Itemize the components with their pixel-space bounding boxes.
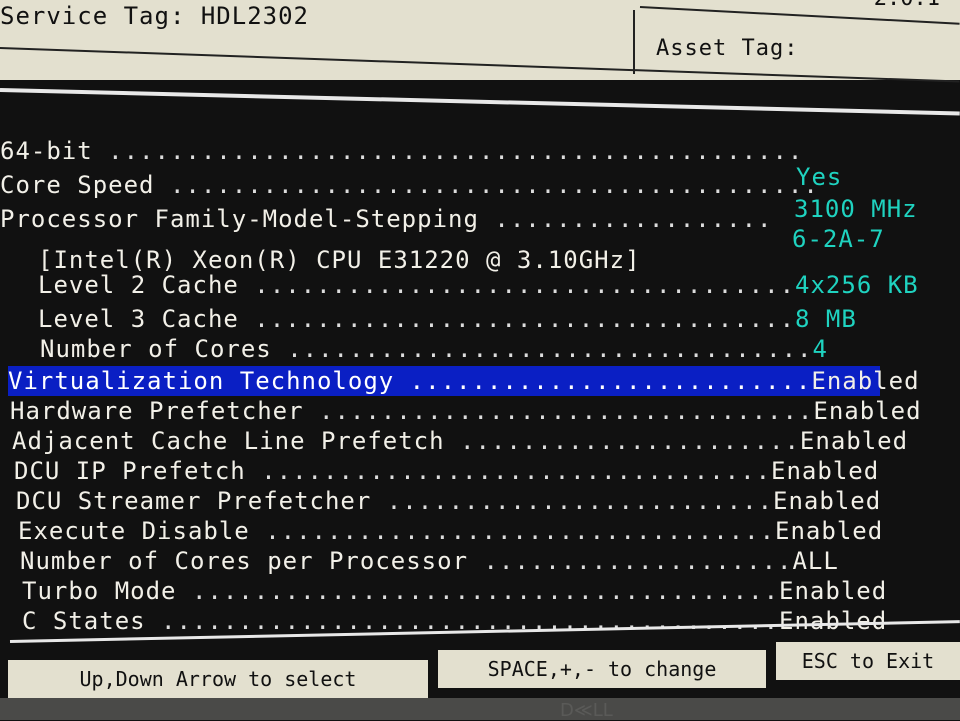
bios-version: 2.0.1	[874, 0, 940, 11]
setting-value: Enabled	[775, 517, 884, 545]
setting-number-of-cores[interactable]: Number of Cores ........................…	[40, 334, 828, 364]
setting-value: Enabled	[779, 577, 888, 605]
setting-label: Level 3 Cache	[38, 305, 239, 333]
leader-dots: ..................................	[271, 335, 813, 363]
setting-label: Hardware Prefetcher	[10, 397, 304, 425]
processor-settings-panel: 64-bit .................................…	[0, 100, 960, 640]
setting-turbo-mode[interactable]: Turbo Mode .............................…	[22, 576, 887, 606]
setting-label: C States	[22, 607, 146, 635]
setting-label: Core Speed	[0, 171, 155, 199]
asset-tag: Asset Tag:	[656, 36, 799, 61]
leader-dots: ........................................…	[92, 137, 804, 165]
setting-value: 6-2A-7	[792, 225, 885, 253]
setting-core-speed-value: 3100 MHz	[794, 194, 918, 224]
setting-virtualization-technology[interactable]: Virtualization Technology ..............…	[8, 366, 919, 396]
header-bar: Service Tag: HDL2302 Asset Tag: 2.0.1	[0, 0, 960, 83]
leader-dots: ................................	[303, 397, 814, 425]
setting-processor-family-model-stepping[interactable]: Processor Family-Model-Stepping ........…	[0, 204, 772, 234]
setting-label: Execute Disable	[18, 517, 250, 545]
setting-execute-disable[interactable]: Execute Disable ........................…	[18, 516, 883, 546]
setting-number-of-cores-per-processor[interactable]: Number of Cores per Processor ..........…	[20, 546, 839, 576]
setting-label: Number of Cores per Processor	[20, 547, 469, 575]
key-help-bar: Up,Down Arrow to select SPACE,+,- to cha…	[0, 642, 960, 698]
leader-dots: ....................	[468, 547, 793, 575]
setting-level-3-cache[interactable]: Level 3 Cache ..........................…	[38, 304, 857, 334]
leader-dots: ...................................	[238, 305, 796, 333]
setting-value: 4x256 KB	[795, 271, 919, 299]
hint-exit: ESC to Exit	[776, 642, 960, 680]
leader-dots: ........................................…	[154, 171, 819, 199]
monitor-logo: D≪LL	[560, 700, 613, 721]
setting-dcu-ip-prefetch[interactable]: DCU IP Prefetch ........................…	[14, 456, 879, 486]
monitor-bezel	[0, 698, 960, 720]
setting-value: Enabled	[813, 397, 922, 425]
header-divider	[633, 10, 635, 74]
leader-dots: .................................	[245, 457, 772, 485]
setting-label: Processor Family-Model-Stepping	[0, 205, 479, 233]
setting-label: DCU IP Prefetch	[14, 457, 246, 485]
setting-label: Turbo Mode	[22, 577, 177, 605]
leader-dots: ......................................	[176, 577, 780, 605]
setting-level-2-cache[interactable]: Level 2 Cache ..........................…	[38, 270, 919, 300]
hint-select: Up,Down Arrow to select	[8, 660, 428, 698]
setting-value: Enabled	[773, 487, 882, 515]
setting-processor-fms-value: 6-2A-7	[792, 224, 885, 254]
setting-value: ALL	[792, 547, 839, 575]
setting-label: Virtualization Technology	[8, 367, 395, 395]
setting-label: Adjacent Cache Line Prefetch	[12, 427, 445, 455]
setting-label: Number of Cores	[40, 335, 272, 363]
setting-core-speed[interactable]: Core Speed .............................…	[0, 170, 819, 200]
setting-value: Enabled	[799, 427, 909, 455]
leader-dots: ......................	[444, 427, 800, 455]
setting-value: 3100 MHz	[794, 195, 918, 223]
setting-label: Level 2 Cache	[38, 271, 239, 299]
leader-dots: .........................	[371, 487, 774, 515]
setting-64-bit[interactable]: 64-bit .................................…	[0, 136, 803, 166]
leader-dots: .................................	[249, 517, 776, 545]
setting-dcu-streamer-prefetcher[interactable]: DCU Streamer Prefetcher ................…	[16, 486, 881, 516]
setting-value: Enabled	[811, 367, 920, 395]
header-line	[0, 47, 960, 83]
setting-adjacent-cache-line-prefetch[interactable]: Adjacent Cache Line Prefetch ...........…	[12, 426, 908, 456]
service-tag: Service Tag: HDL2302	[0, 2, 309, 30]
setting-label: 64-bit	[0, 137, 93, 165]
setting-value: Enabled	[771, 457, 880, 485]
leader-dots: ..........................	[394, 367, 812, 395]
setting-value: 8 MB	[795, 305, 857, 333]
leader-dots: ...................................	[238, 271, 796, 299]
hint-change: SPACE,+,- to change	[438, 650, 766, 688]
setting-label: DCU Streamer Prefetcher	[16, 487, 372, 515]
setting-value: 4	[812, 335, 828, 363]
leader-dots: ..................	[478, 205, 773, 233]
setting-hardware-prefetcher[interactable]: Hardware Prefetcher ....................…	[10, 396, 922, 426]
